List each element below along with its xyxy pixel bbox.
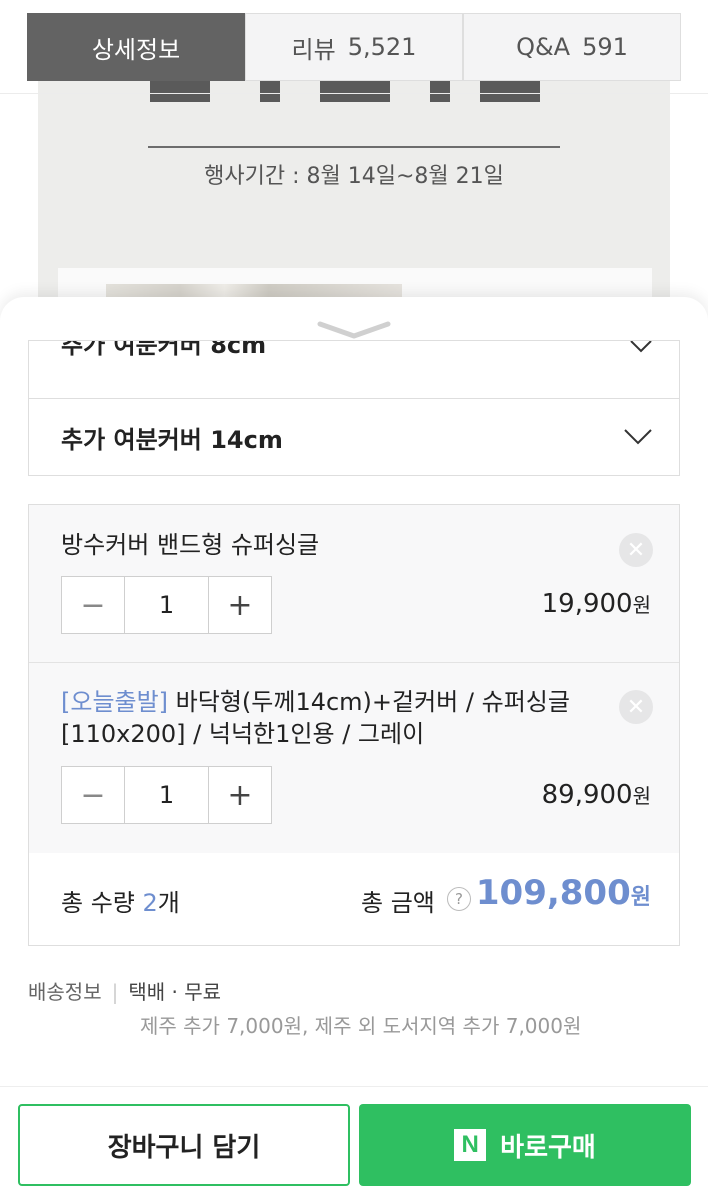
price-currency: 원 bbox=[632, 593, 651, 617]
remove-item-button[interactable]: ✕ bbox=[619, 690, 653, 724]
option-label: 추가 여분커버 8cm bbox=[61, 340, 267, 359]
remove-item-button[interactable]: ✕ bbox=[619, 533, 653, 567]
price-value: 19,900 bbox=[541, 589, 633, 619]
increase-button[interactable]: + bbox=[209, 577, 271, 633]
item-title: 방수커버 밴드형 슈퍼싱글 bbox=[61, 531, 320, 559]
item-name: [오늘출발] 바닥형(두께14cm)+겉커버 / 슈퍼싱글 [110x200] … bbox=[61, 686, 601, 750]
price-currency: 원 bbox=[632, 784, 651, 808]
quantity-stepper: − 1 + bbox=[61, 766, 272, 824]
item-price: 19,900원 bbox=[542, 589, 651, 619]
option-select-14cm[interactable]: 추가 여분커버 14cm bbox=[28, 398, 680, 476]
item-name: 방수커버 밴드형 슈퍼싱글 bbox=[61, 529, 601, 561]
shipping-note: 제주 추가 7,000원, 제주 외 도서지역 추가 7,000원 bbox=[140, 1014, 582, 1038]
total-quantity-label: 총 수량 bbox=[61, 889, 135, 917]
shipping-method: 택배 · 무료 bbox=[128, 980, 222, 1004]
detail-tabs: 상세정보 리뷰 5,521 Q&A 591 bbox=[27, 13, 681, 81]
selected-item: 방수커버 밴드형 슈퍼싱글 ✕ − 1 + 19,900원 bbox=[29, 505, 679, 663]
total-quantity-value: 2 bbox=[142, 889, 158, 917]
total-amount: 109,800원 bbox=[476, 873, 651, 913]
close-icon: ✕ bbox=[626, 694, 646, 720]
item-tag: [오늘출발] bbox=[61, 688, 169, 716]
total-amount-value: 109,800 bbox=[475, 873, 631, 913]
banner-divider bbox=[148, 146, 560, 148]
minus-icon: − bbox=[80, 777, 106, 813]
item-price: 89,900원 bbox=[542, 780, 651, 810]
total-amount-label: 총 금액 bbox=[361, 889, 435, 917]
naver-pay-logo-icon: N bbox=[454, 1129, 487, 1161]
add-to-cart-button[interactable]: 장바구니 담기 bbox=[18, 1104, 350, 1186]
shipping-label: 배송정보 bbox=[28, 980, 102, 1004]
tab-detail-info[interactable]: 상세정보 bbox=[27, 13, 245, 81]
tab-reviews[interactable]: 리뷰 5,521 bbox=[245, 13, 463, 81]
separator: | bbox=[111, 980, 119, 1004]
decrease-button[interactable]: − bbox=[62, 767, 124, 823]
tab-label: 상세정보 bbox=[91, 35, 181, 64]
price-value: 89,900 bbox=[541, 780, 633, 810]
quantity-value[interactable]: 1 bbox=[124, 577, 209, 633]
chevron-down-icon bbox=[630, 341, 652, 353]
buy-button-label: 바로구매 bbox=[500, 1132, 596, 1163]
tab-count: 591 bbox=[582, 33, 628, 61]
total-amount-currency: 원 bbox=[630, 885, 651, 910]
chevron-down-icon bbox=[624, 429, 652, 445]
quantity-stepper: − 1 + bbox=[61, 576, 272, 634]
tab-label: Q&A bbox=[516, 33, 571, 61]
close-icon: ✕ bbox=[626, 537, 646, 563]
tab-count: 5,521 bbox=[347, 33, 417, 61]
tabs-divider bbox=[0, 93, 708, 94]
sheet-collapse-handle-icon[interactable] bbox=[316, 318, 392, 342]
help-icon[interactable]: ? bbox=[447, 887, 471, 911]
decrease-button[interactable]: − bbox=[62, 577, 124, 633]
total-summary: 총 수량 2개 총 금액 ? 109,800원 bbox=[29, 853, 679, 945]
tab-qna[interactable]: Q&A 591 bbox=[463, 13, 681, 81]
buy-now-button[interactable]: N 바로구매 bbox=[359, 1104, 691, 1186]
option-label: 추가 여분커버 14cm bbox=[61, 425, 283, 454]
cart-button-label: 장바구니 담기 bbox=[107, 1132, 261, 1163]
event-period-text: 행사기간 : 8월 14일~8월 21일 bbox=[204, 164, 504, 189]
quantity-value[interactable]: 1 bbox=[124, 767, 209, 823]
plus-icon: + bbox=[227, 587, 253, 623]
selected-items: 방수커버 밴드형 슈퍼싱글 ✕ − 1 + 19,900원 [오늘출발] 바닥형… bbox=[28, 504, 680, 946]
minus-icon: − bbox=[80, 587, 106, 623]
tab-label: 리뷰 bbox=[291, 35, 336, 64]
increase-button[interactable]: + bbox=[209, 767, 271, 823]
selected-item: [오늘출발] 바닥형(두께14cm)+겉커버 / 슈퍼싱글 [110x200] … bbox=[29, 662, 679, 854]
option-select-8cm[interactable]: 추가 여분커버 8cm bbox=[28, 340, 680, 399]
total-quantity: 총 수량 2개 bbox=[61, 883, 180, 918]
shipping-info: 배송정보 | 택배 · 무료 bbox=[28, 976, 221, 1005]
total-quantity-unit: 개 bbox=[157, 889, 180, 917]
plus-icon: + bbox=[227, 777, 253, 813]
